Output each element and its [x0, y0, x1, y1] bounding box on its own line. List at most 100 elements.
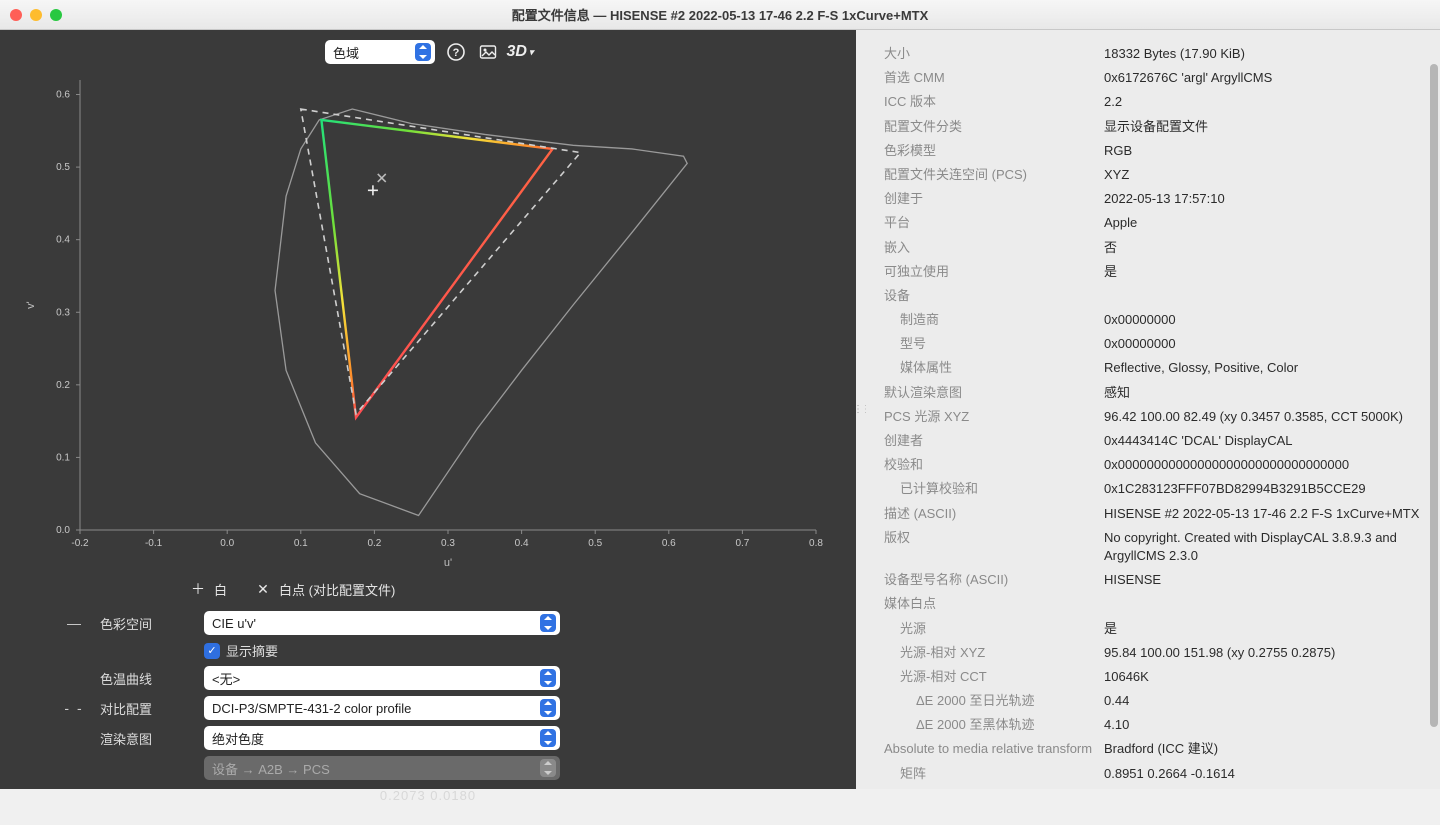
- info-row: ΔE 2000 至黑体轨迹4.10: [884, 713, 1422, 737]
- colorspace-label: 色彩空间: [100, 614, 192, 633]
- info-value: Reflective, Glossy, Positive, Color: [1104, 356, 1422, 380]
- svg-text:0.3: 0.3: [56, 307, 70, 318]
- svg-text:0.0: 0.0: [220, 538, 234, 549]
- info-value: 0x00000000000000000000000000000000: [1104, 453, 1422, 477]
- rendering-intent-select[interactable]: 绝对色度: [204, 726, 560, 750]
- cct-curve-value: <无>: [212, 669, 534, 688]
- info-key: 光源-相对 XYZ: [884, 641, 1104, 665]
- rendering-intent-label: 渲染意图: [100, 729, 192, 748]
- info-key: 媒体属性: [884, 356, 1104, 380]
- info-key: ΔE 2000 至黑体轨迹: [884, 713, 1104, 737]
- info-key: 媒体白点: [884, 592, 1104, 616]
- info-key: 创建于: [884, 187, 1104, 211]
- view-mode-select[interactable]: 色域: [325, 40, 435, 64]
- colorspace-select[interactable]: CIE u'v': [204, 611, 560, 635]
- svg-text:0.6: 0.6: [662, 538, 676, 549]
- chevron-updown-icon: [540, 759, 556, 777]
- svg-text:0.0: 0.0: [56, 525, 70, 536]
- info-value: Bradford (ICC 建议): [1104, 737, 1422, 761]
- info-value: 18332 Bytes (17.90 KiB): [1104, 42, 1422, 66]
- line-icon: —: [60, 615, 88, 631]
- info-row: 平台Apple: [884, 211, 1422, 235]
- titlebar[interactable]: 配置文件信息 — HISENSE #2 2022-05-13 17-46 2.2…: [0, 0, 1440, 30]
- zoom-icon[interactable]: [50, 9, 62, 21]
- svg-text:0.8: 0.8: [809, 538, 823, 549]
- info-value: 是: [1104, 617, 1422, 641]
- info-row: Absolute to media relative transformBrad…: [884, 737, 1422, 761]
- info-key: 设备型号名称 (ASCII): [884, 568, 1104, 592]
- info-row: 描述 (ASCII)HISENSE #2 2022-05-13 17-46 2.…: [884, 502, 1422, 526]
- info-row: 媒体白点: [884, 592, 1422, 616]
- info-row: 创建者0x4443414C 'DCAL' DisplayCAL: [884, 429, 1422, 453]
- info-key: ICC 版本: [884, 90, 1104, 114]
- info-row: 已计算校验和0x1C283123FFF07BD82994B3291B5CCE29: [884, 477, 1422, 501]
- 3d-label: 3D: [507, 43, 527, 61]
- traffic-lights: [10, 9, 62, 21]
- chevron-down-icon: ▾: [529, 47, 534, 58]
- info-row: 配置文件关连空间 (PCS)XYZ: [884, 163, 1422, 187]
- info-key: 描述 (ASCII): [884, 502, 1104, 526]
- info-row: 媒体属性Reflective, Glossy, Positive, Color: [884, 356, 1422, 380]
- info-value: HISENSE: [1104, 568, 1422, 592]
- close-icon[interactable]: [10, 9, 22, 21]
- legend-white: ＋ 白: [190, 579, 227, 599]
- info-value: 否: [1104, 236, 1422, 260]
- info-value: 10646K: [1104, 665, 1422, 689]
- info-value: Apple: [1104, 211, 1422, 235]
- info-key: 平台: [884, 211, 1104, 235]
- svg-text:-0.1: -0.1: [145, 538, 163, 549]
- help-icon[interactable]: ?: [445, 41, 467, 63]
- splitter-handle[interactable]: ⋮⋮: [856, 30, 866, 789]
- svg-text:u': u': [444, 557, 452, 569]
- show-summary-checkbox[interactable]: ✓ 显示摘要: [204, 641, 560, 660]
- info-key: 设备: [884, 284, 1104, 308]
- info-row: 可独立使用是: [884, 260, 1422, 284]
- info-row: 版权No copyright. Created with DisplayCAL …: [884, 526, 1422, 568]
- info-row: 光源-相对 CCT10646K: [884, 665, 1422, 689]
- dashed-icon: - -: [60, 700, 88, 716]
- svg-text:?: ?: [453, 47, 460, 59]
- scroll-thumb[interactable]: [1430, 64, 1438, 727]
- compare-profile-select[interactable]: DCI-P3/SMPTE-431-2 color profile: [204, 696, 560, 720]
- chevron-updown-icon: [540, 699, 556, 717]
- info-key: 配置文件关连空间 (PCS): [884, 163, 1104, 187]
- svg-text:-0.2: -0.2: [71, 538, 89, 549]
- chevron-updown-icon: [540, 669, 556, 687]
- info-row: 光源是: [884, 617, 1422, 641]
- minimize-icon[interactable]: [30, 9, 42, 21]
- svg-text:0.6: 0.6: [56, 90, 70, 101]
- info-row: 校验和0x00000000000000000000000000000000: [884, 453, 1422, 477]
- info-value: HISENSE #2 2022-05-13 17-46 2.2 F-S 1xCu…: [1104, 502, 1422, 526]
- info-row: 创建于2022-05-13 17:57:10: [884, 187, 1422, 211]
- info-value: 0x6172676C 'argl' ArgyllCMS: [1104, 66, 1422, 90]
- svg-text:0.3: 0.3: [441, 538, 455, 549]
- info-row: ΔE 2000 至日光轨迹0.44: [884, 689, 1422, 713]
- info-value: 0x1C283123FFF07BD82994B3291B5CCE29: [1104, 477, 1422, 501]
- info-value: 96.42 100.00 82.49 (xy 0.3457 0.3585, CC…: [1104, 405, 1422, 429]
- cct-curve-select[interactable]: <无>: [204, 666, 560, 690]
- plus-icon: ＋: [190, 579, 206, 599]
- colorspace-value: CIE u'v': [212, 616, 534, 631]
- info-row: 光源-相对 XYZ95.84 100.00 151.98 (xy 0.2755 …: [884, 641, 1422, 665]
- info-key: 默认渲染意图: [884, 381, 1104, 405]
- image-icon[interactable]: [477, 41, 499, 63]
- info-key: 配置文件分类: [884, 115, 1104, 139]
- info-key: 光源: [884, 617, 1104, 641]
- info-value: 是: [1104, 260, 1422, 284]
- gamut-plot[interactable]: -0.2-0.10.00.10.20.30.40.50.60.70.80.00.…: [20, 70, 836, 570]
- info-row: 设备型号名称 (ASCII)HISENSE: [884, 568, 1422, 592]
- info-row: 配置文件分类显示设备配置文件: [884, 115, 1422, 139]
- svg-text:0.2: 0.2: [367, 538, 381, 549]
- info-row: 默认渲染意图感知: [884, 381, 1422, 405]
- chevron-updown-icon: [540, 614, 556, 632]
- 3d-view-button[interactable]: 3D ▾: [509, 41, 531, 63]
- info-value: 0x00000000: [1104, 332, 1422, 356]
- info-value: 显示设备配置文件: [1104, 115, 1422, 139]
- svg-text:0.4: 0.4: [56, 235, 70, 246]
- info-value: 感知: [1104, 381, 1422, 405]
- info-key: 光源-相对 CCT: [884, 665, 1104, 689]
- svg-text:0.5: 0.5: [56, 162, 70, 173]
- legend-whitepoint: ✕ 白点 (对比配置文件): [255, 580, 395, 599]
- compare-label: 对比配置: [100, 699, 192, 718]
- scrollbar[interactable]: [1428, 64, 1438, 785]
